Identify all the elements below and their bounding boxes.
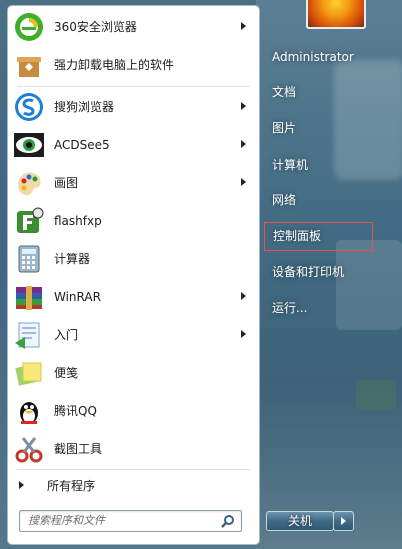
program-label: 计算器: [54, 252, 91, 266]
shutdown-button[interactable]: 关机: [266, 511, 334, 531]
360-browser-icon: [13, 11, 45, 43]
acdsee-icon: [13, 129, 45, 161]
submenu-arrow-icon: [241, 140, 246, 148]
calculator-icon: [13, 243, 45, 275]
search-input[interactable]: [20, 511, 218, 529]
background-blur-c: [356, 380, 396, 410]
right-item-devices-printers[interactable]: 设备和打印机: [264, 258, 374, 286]
shutdown-options-button[interactable]: [333, 511, 354, 531]
expand-arrow-icon: [19, 481, 24, 489]
right-item-label: 计算机: [272, 158, 309, 172]
right-item-run[interactable]: 运行...: [264, 294, 374, 322]
paint-icon: [13, 167, 45, 199]
right-item-documents[interactable]: 文档: [264, 78, 374, 106]
right-item-label: 设备和打印机: [272, 265, 345, 279]
submenu-arrow-icon: [241, 292, 246, 300]
program-getting-started[interactable]: 入门: [11, 316, 256, 353]
start-menu-programs-panel: 360安全浏览器 强力卸载电脑上的软件 搜狗浏览器 ACDSee5 画图 fla…: [7, 5, 260, 545]
getting-started-icon: [13, 319, 45, 351]
right-item-control-panel[interactable]: 控制面板: [264, 222, 373, 251]
program-calculator[interactable]: 计算器: [11, 240, 256, 277]
all-programs-label: 所有程序: [47, 478, 96, 493]
program-label: 腾讯QQ: [54, 404, 97, 418]
program-paint[interactable]: 画图: [11, 164, 256, 201]
program-label: 画图: [54, 176, 79, 190]
search-icon[interactable]: [221, 514, 235, 528]
program-sogou-browser[interactable]: 搜狗浏览器: [11, 88, 256, 125]
program-sticky-notes[interactable]: 便笺: [11, 354, 256, 391]
program-label: 360安全浏览器: [54, 20, 137, 34]
program-label: 便笺: [54, 366, 79, 380]
program-360-browser[interactable]: 360安全浏览器: [11, 8, 256, 45]
right-item-label: 文档: [272, 85, 297, 99]
program-winrar[interactable]: WinRAR: [11, 278, 256, 315]
submenu-arrow-icon: [241, 22, 246, 30]
right-item-label: 网络: [272, 193, 297, 207]
submenu-arrow-icon: [241, 178, 246, 186]
snipping-tool-icon: [13, 433, 45, 465]
sogou-browser-icon: [13, 91, 45, 123]
right-item-pictures[interactable]: 图片: [264, 114, 374, 142]
right-item-network[interactable]: 网络: [264, 186, 374, 214]
program-acdsee[interactable]: ACDSee5: [11, 126, 256, 163]
qq-icon: [13, 395, 45, 427]
program-label: 搜狗浏览器: [54, 100, 115, 114]
program-label: flashfxp: [54, 213, 102, 228]
sticky-notes-icon: [13, 357, 45, 389]
program-qq[interactable]: 腾讯QQ: [11, 392, 256, 429]
right-item-label: 运行...: [272, 301, 308, 315]
uninstall-icon: [13, 49, 45, 81]
menu-separator: [17, 469, 250, 470]
program-snipping-tool[interactable]: 截图工具: [11, 430, 256, 467]
menu-separator: [17, 86, 250, 87]
right-item-administrator[interactable]: Administrator: [264, 43, 374, 71]
flashfxp-icon: [13, 205, 45, 237]
submenu-arrow-icon: [241, 102, 246, 110]
program-label: WinRAR: [54, 289, 101, 304]
user-avatar[interactable]: [306, 0, 366, 29]
winrar-icon: [13, 281, 45, 313]
right-item-label: Administrator: [272, 50, 354, 64]
right-item-label: 图片: [272, 121, 297, 135]
search-box[interactable]: [19, 510, 242, 532]
right-item-label: 控制面板: [273, 229, 322, 243]
all-programs-button[interactable]: 所有程序: [11, 475, 256, 495]
chevron-right-icon: [341, 517, 346, 525]
program-label: 强力卸载电脑上的软件: [54, 58, 175, 72]
right-item-computer[interactable]: 计算机: [264, 151, 374, 179]
program-uninstall[interactable]: 强力卸载电脑上的软件: [11, 46, 256, 83]
program-label: 入门: [54, 328, 79, 342]
program-label: 截图工具: [54, 442, 103, 456]
program-flashfxp[interactable]: flashfxp: [11, 202, 256, 239]
submenu-arrow-icon: [241, 330, 246, 338]
program-label: ACDSee5: [54, 137, 110, 152]
